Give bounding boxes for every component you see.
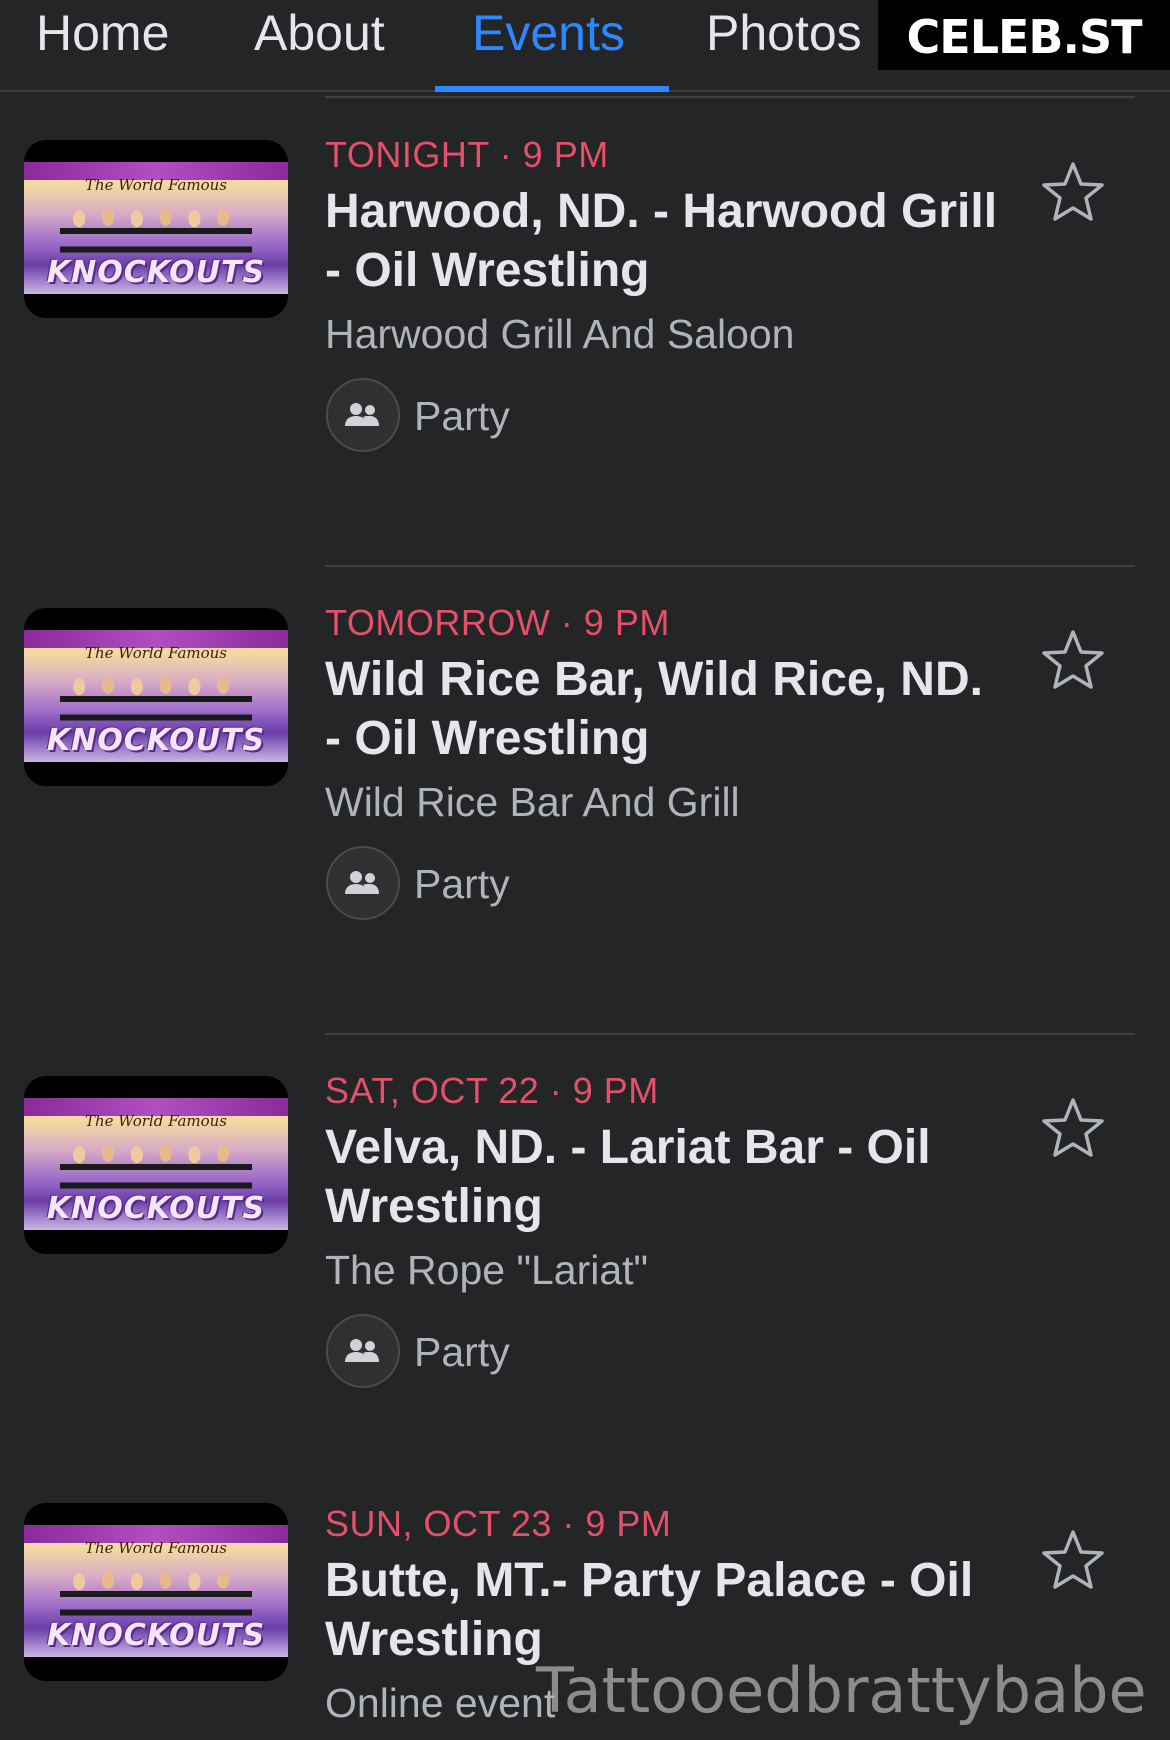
tab-photos[interactable]: Photos [706, 0, 862, 92]
event-datetime: TOMORROW · 9 PM [325, 602, 670, 643]
tab-events[interactable]: Events [472, 0, 625, 92]
event-datetime: SUN, OCT 23 · 9 PM [325, 1503, 672, 1544]
thumbnail-script-text: The World Famous [84, 176, 228, 194]
thumbnail-figures [60, 1136, 252, 1198]
event-title[interactable]: Butte, MT.- Party Palace - Oil Wrestling [325, 1551, 1005, 1669]
event-category: Party [414, 393, 510, 439]
events-page: Home About Events Photos CELEB.ST The Wo… [0, 0, 1170, 1740]
event-datetime: TONIGHT · 9 PM [325, 134, 609, 175]
group-people-icon [326, 846, 400, 920]
thumbnail-brand-text: KNOCKOUTS [46, 255, 266, 290]
thumbnail-brand-text: KNOCKOUTS [46, 723, 266, 758]
thumbnail-image: The World Famous KNOCKOUTS [24, 1098, 288, 1230]
thumbnail-brand-text: KNOCKOUTS [46, 1618, 266, 1653]
top-nav: Home About Events Photos CELEB.ST [0, 0, 1170, 92]
divider [325, 96, 1135, 98]
event-thumbnail[interactable]: The World Famous KNOCKOUTS [24, 1503, 288, 1681]
event-category: Party [414, 1329, 510, 1375]
event-title[interactable]: Harwood, ND. - Harwood Grill - Oil Wrest… [325, 182, 1005, 300]
thumbnail-image: The World Famous KNOCKOUTS [24, 162, 288, 294]
thumbnail-image: The World Famous KNOCKOUTS [24, 630, 288, 762]
event-thumbnail[interactable]: The World Famous KNOCKOUTS [24, 140, 288, 318]
active-tab-indicator [435, 86, 669, 92]
tab-about[interactable]: About [254, 0, 385, 92]
thumbnail-brand-text: KNOCKOUTS [46, 1191, 266, 1226]
thumbnail-figures [60, 668, 252, 730]
thumbnail-script-text: The World Famous [84, 1112, 228, 1130]
thumbnail-figures [60, 1563, 252, 1625]
divider [325, 1033, 1135, 1035]
event-title[interactable]: Velva, ND. - Lariat Bar - Oil Wrestling [325, 1118, 1005, 1236]
thumbnail-script-text: The World Famous [84, 1539, 228, 1557]
star-outline-icon[interactable] [1040, 628, 1106, 692]
thumbnail-script-text: The World Famous [84, 644, 228, 662]
thumbnail-figures [60, 200, 252, 262]
event-category: Party [414, 861, 510, 907]
star-outline-icon[interactable] [1040, 1096, 1106, 1160]
watermark-text: Tattooedbrattybabe [536, 1654, 1147, 1727]
star-outline-icon[interactable] [1040, 160, 1106, 224]
divider [325, 565, 1135, 567]
event-venue: Wild Rice Bar And Grill [325, 779, 740, 825]
event-venue: Harwood Grill And Saloon [325, 311, 795, 357]
star-outline-icon[interactable] [1040, 1528, 1106, 1592]
watermark-logo: CELEB.ST [878, 0, 1170, 70]
group-people-icon [326, 378, 400, 452]
event-title[interactable]: Wild Rice Bar, Wild Rice, ND. - Oil Wres… [325, 650, 1005, 768]
tab-home[interactable]: Home [36, 0, 169, 92]
event-thumbnail[interactable]: The World Famous KNOCKOUTS [24, 1076, 288, 1254]
event-venue: Online event [325, 1680, 556, 1726]
group-people-icon [326, 1314, 400, 1388]
thumbnail-image: The World Famous KNOCKOUTS [24, 1525, 288, 1657]
logo-text: CELEB.ST [906, 10, 1143, 64]
event-datetime: SAT, OCT 22 · 9 PM [325, 1070, 659, 1111]
event-thumbnail[interactable]: The World Famous KNOCKOUTS [24, 608, 288, 786]
event-venue: The Rope "Lariat" [325, 1247, 649, 1293]
